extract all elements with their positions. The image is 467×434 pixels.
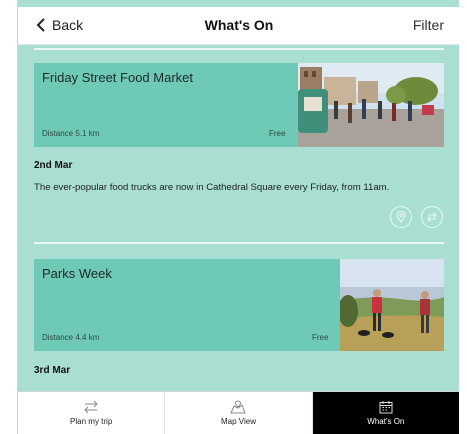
event-title: Friday Street Food Market	[42, 70, 193, 85]
food-market-photo	[298, 63, 444, 147]
swap-arrows-icon	[427, 212, 437, 222]
map-icon	[230, 400, 247, 414]
event-card-parks-week[interactable]: Parks Week Distance 4.4 km Free	[34, 259, 444, 351]
bottom-tab-bar: Plan my trip Map View What's On	[18, 391, 459, 434]
event-price: Free	[312, 333, 329, 342]
filter-button[interactable]: Filter	[413, 17, 444, 33]
event-distance: Distance 4.4 km	[42, 333, 100, 342]
parks-week-photo	[340, 259, 444, 351]
divider	[34, 242, 444, 244]
swap-arrows-icon	[84, 400, 98, 414]
location-pin-icon	[396, 211, 406, 223]
divider	[34, 48, 444, 50]
tab-label: What's On	[367, 417, 405, 426]
app-frame: Back What's On Filter Friday Street Food…	[17, 0, 459, 434]
tab-map-view[interactable]: Map View	[165, 392, 313, 434]
event-distance: Distance 5.1 km	[42, 129, 100, 138]
event-card-food-market[interactable]: Friday Street Food Market Distance 5.1 k…	[34, 63, 444, 147]
event-price: Free	[269, 129, 286, 138]
event-title: Parks Week	[42, 266, 112, 281]
event-description: The ever-popular food trucks are now in …	[34, 182, 390, 193]
tab-plan-my-trip[interactable]: Plan my trip	[18, 392, 166, 434]
event-date: 2nd Mar	[34, 160, 73, 171]
calendar-icon	[379, 401, 393, 414]
tab-label: Plan my trip	[70, 417, 113, 426]
header: Back What's On Filter	[18, 7, 459, 45]
location-button[interactable]	[390, 206, 412, 228]
tab-whats-on[interactable]: What's On	[312, 392, 459, 434]
page-title: What's On	[204, 17, 274, 33]
event-date: 3rd Mar	[34, 365, 71, 376]
directions-button[interactable]	[421, 206, 443, 228]
tab-label: Map View	[221, 417, 256, 426]
